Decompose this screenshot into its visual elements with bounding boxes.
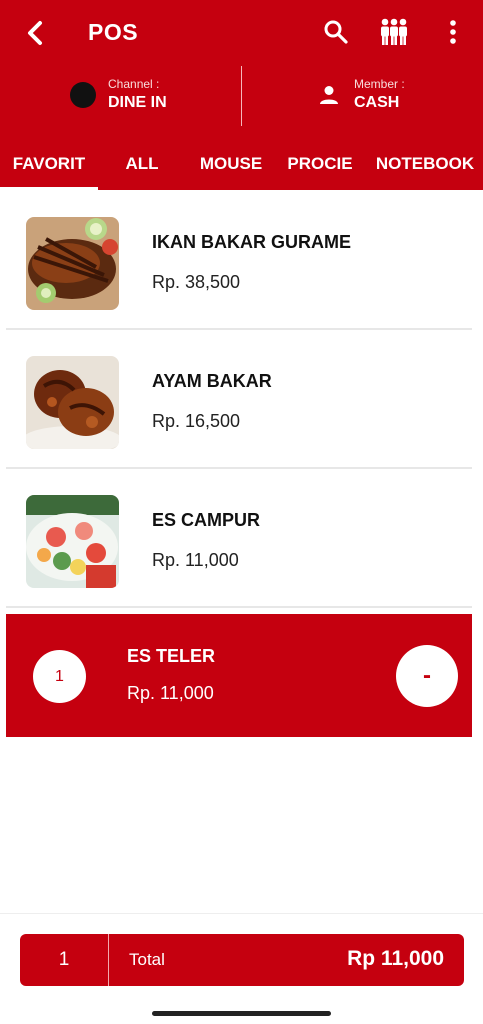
channel-value: DINE IN <box>108 94 167 111</box>
tab-procie[interactable]: PROCIE <box>282 142 358 190</box>
app-header: POS Channel : DINE IN Member: CASH FAVO… <box>0 0 483 190</box>
selected-product-name: ES TELER <box>127 646 216 666</box>
tab-favorit[interactable]: FAVORIT <box>0 142 98 190</box>
product-price: Rp. 11,000 <box>152 550 239 570</box>
selected-product-price: Rp. 11,000 <box>127 683 214 703</box>
tab-mouse[interactable]: MOUSE <box>190 142 272 190</box>
channel-selector[interactable]: Channel : DINE IN <box>70 76 167 114</box>
member-selector[interactable]: Member : CASH <box>318 76 405 114</box>
total-separator <box>108 934 109 986</box>
product-price: Rp. 38,500 <box>152 272 241 292</box>
channel-dot-icon <box>70 82 96 108</box>
customers-group-icon[interactable] <box>376 14 412 50</box>
product-price: Rp. 16,500 <box>152 411 241 431</box>
mixed-ice-dessert-image <box>26 495 119 588</box>
decrease-quantity-button[interactable]: - <box>396 645 458 707</box>
total-label: Total <box>129 950 165 969</box>
quantity-badge: 1 <box>33 650 86 703</box>
grilled-fish-image <box>26 217 119 310</box>
selected-product-item[interactable]: 1 ES TELER Rp. 11,000 - <box>6 614 472 737</box>
home-indicator[interactable] <box>152 1011 331 1016</box>
tab-all[interactable]: ALL <box>106 142 178 190</box>
active-tab-indicator <box>0 187 98 190</box>
category-tabs: FAVORIT ALL MOUSE PROCIE NOTEBOOK <box>0 142 483 190</box>
top-bar: POS <box>0 0 483 66</box>
page-title: POS <box>88 19 139 45</box>
channel-member-row: Channel : DINE IN Member : CASH <box>0 66 483 128</box>
more-vert-icon[interactable] <box>435 14 471 50</box>
member-label: Member : <box>354 77 405 91</box>
product-name: IKAN BAKAR GURAME <box>152 232 351 252</box>
total-amount: Rp 11,000 <box>347 947 444 970</box>
channel-label: Channel : <box>108 77 160 91</box>
member-value: CASH <box>354 94 400 111</box>
tab-notebook[interactable]: NOTEBOOK <box>372 142 478 190</box>
product-item[interactable]: ES CAMPUR Rp. 11,000 <box>6 470 472 608</box>
checkout-total-button[interactable]: 1 Total Rp 11,000 <box>20 934 464 986</box>
footer-divider <box>0 913 483 914</box>
total-quantity: 1 <box>58 949 70 970</box>
person-icon <box>318 84 340 106</box>
back-icon[interactable] <box>18 16 52 50</box>
grilled-chicken-image <box>26 356 119 449</box>
product-item[interactable]: IKAN BAKAR GURAME Rp. 38,500 <box>6 192 472 330</box>
product-name: AYAM BAKAR <box>152 371 272 391</box>
header-divider <box>241 66 242 126</box>
product-item[interactable]: AYAM BAKAR Rp. 16,500 <box>6 331 472 469</box>
search-icon[interactable] <box>318 14 354 50</box>
product-name: ES CAMPUR <box>152 510 261 530</box>
